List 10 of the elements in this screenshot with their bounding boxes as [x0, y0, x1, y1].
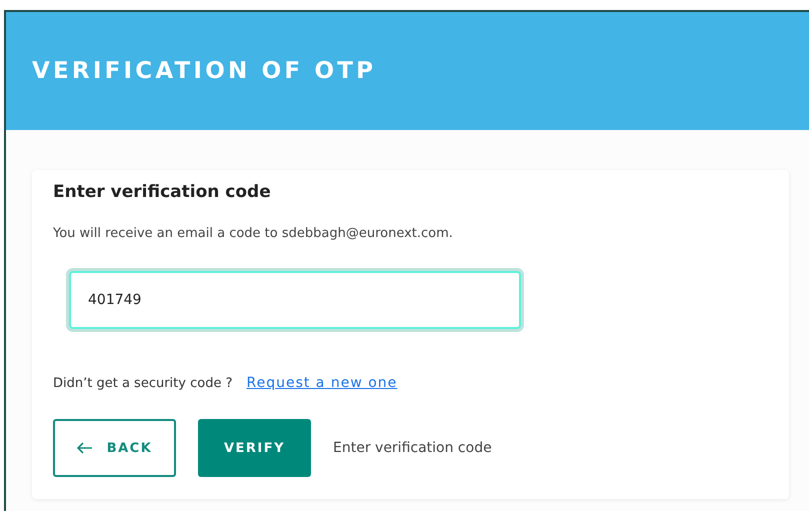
- verify-button[interactable]: VERIFY: [198, 419, 311, 477]
- back-button[interactable]: BACK: [53, 419, 176, 477]
- arrow-left-icon: [76, 442, 93, 454]
- card-heading: Enter verification code: [53, 182, 272, 202]
- request-link[interactable]: Request a new one: [246, 375, 398, 391]
- page-title: VERIFICATION OF OTP: [32, 58, 376, 84]
- hint-text: Enter verification code: [333, 440, 492, 456]
- resend-prompt: Didn’t get a security code ?: [53, 376, 232, 390]
- info-text: You will receive an email a code to sdebbagh@euronext.com.: [53, 226, 454, 241]
- code-input-field[interactable]: 401749: [69, 271, 521, 329]
